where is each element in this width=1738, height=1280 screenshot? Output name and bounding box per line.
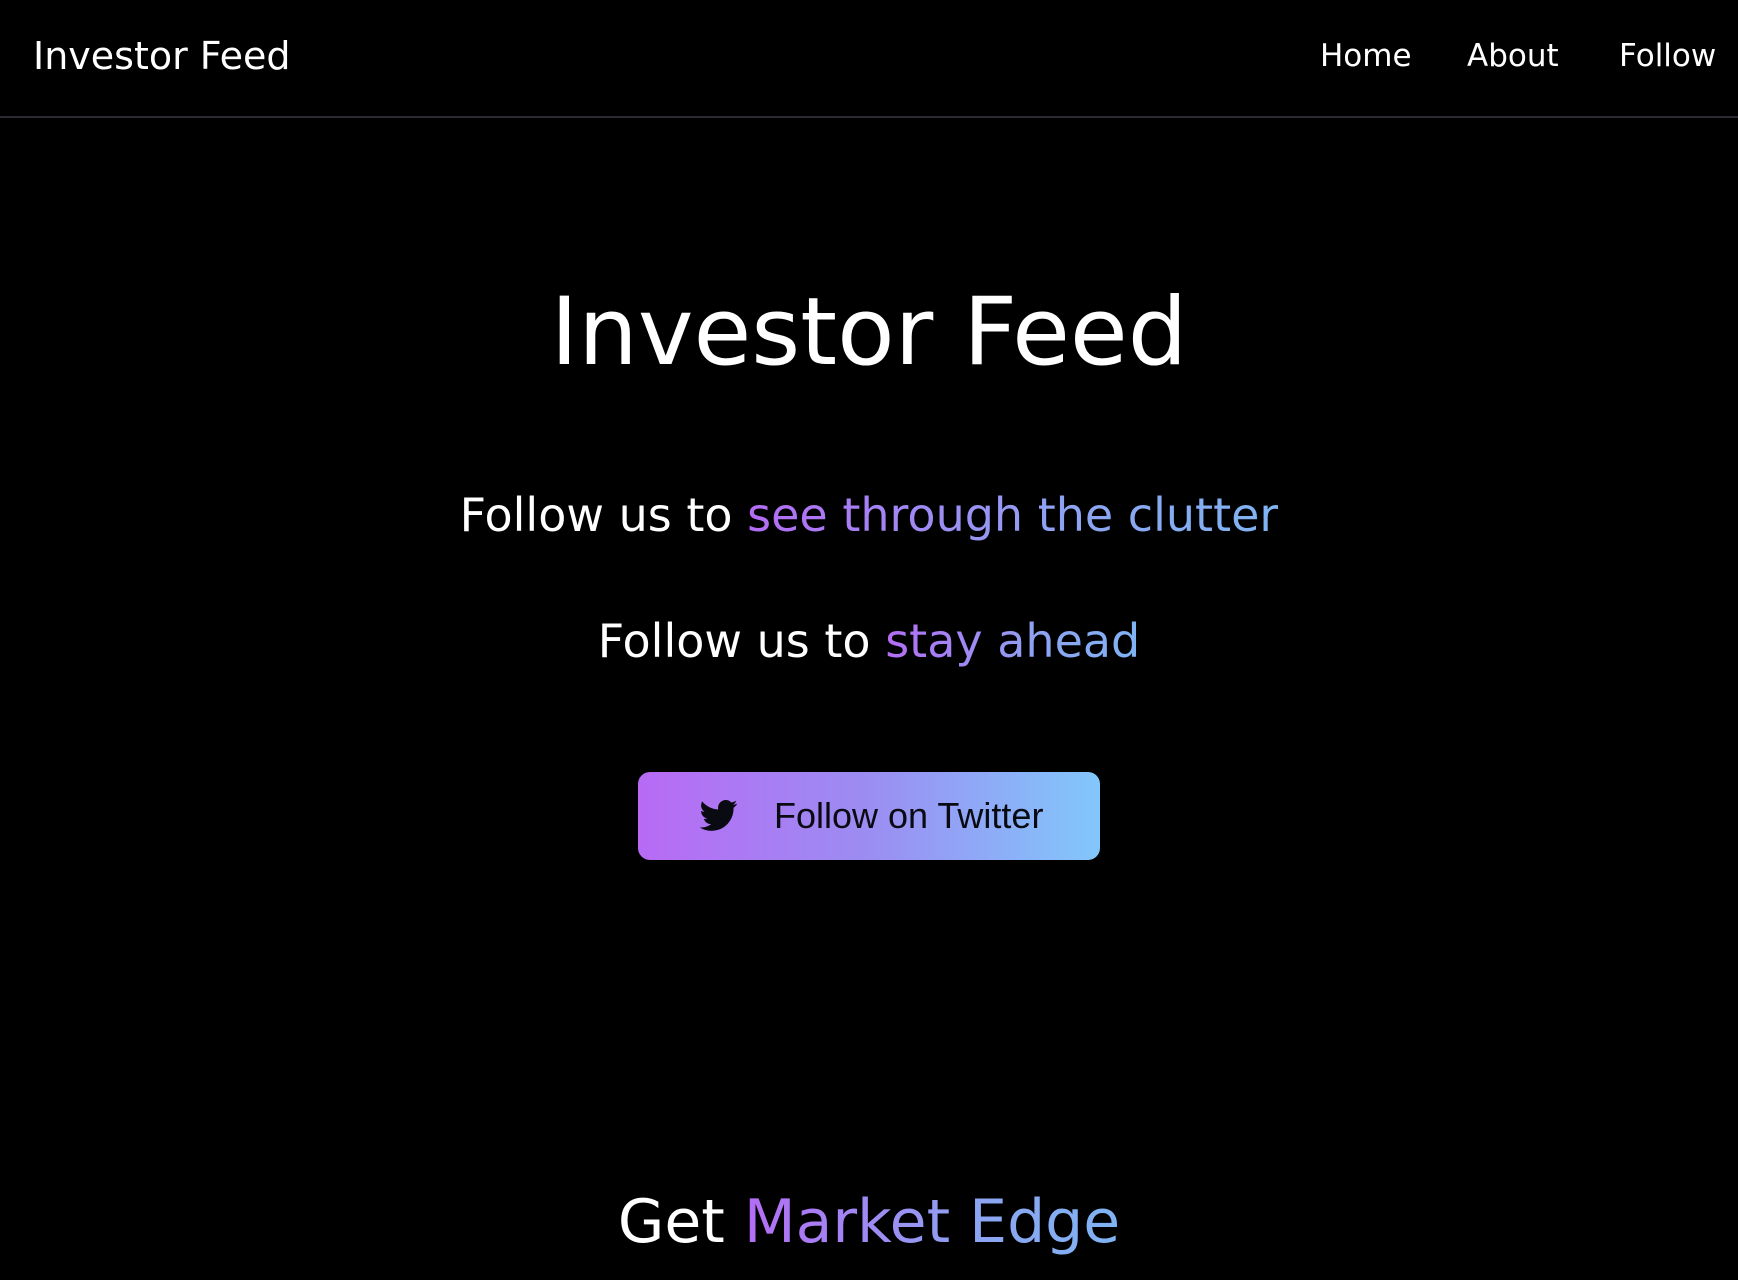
market-edge-heading: Get Market Edge <box>0 1180 1738 1264</box>
tagline-ahead: Follow us to stay ahead <box>0 609 1738 673</box>
heading-prefix: Get <box>617 1187 744 1257</box>
nav-link-follow[interactable]: Follow <box>1619 34 1716 78</box>
tagline-prefix: Follow us to <box>597 614 886 668</box>
tagline-clutter: Follow us to see through the clutter <box>0 483 1738 547</box>
hero-title: Investor Feed <box>550 278 1188 387</box>
twitter-bird-icon <box>700 799 738 831</box>
nav-link-about[interactable]: About <box>1467 34 1559 78</box>
heading-highlight: Market Edge <box>743 1187 1121 1257</box>
follow-on-twitter-label: Follow on Twitter <box>774 795 1044 836</box>
tagline-highlight: see through the clutter <box>747 488 1279 542</box>
top-navbar: Investor Feed Home About Follow <box>0 0 1738 118</box>
tagline-prefix: Follow us to <box>459 488 748 542</box>
tagline-highlight: stay ahead <box>885 614 1141 668</box>
follow-on-twitter-button[interactable]: Follow on Twitter <box>638 772 1100 860</box>
nav-link-home[interactable]: Home <box>1320 34 1412 78</box>
brand-logo[interactable]: Investor Feed <box>33 30 290 82</box>
